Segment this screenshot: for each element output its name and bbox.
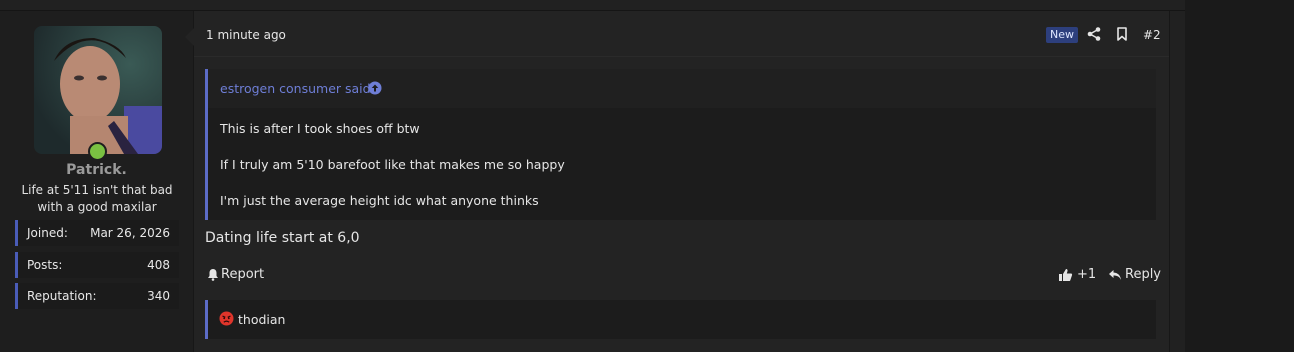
stat-label: Reputation: xyxy=(27,289,97,303)
stat-label: Posts: xyxy=(27,258,63,272)
stat-reputation: Reputation: 340 xyxy=(15,283,179,309)
report-button[interactable]: Report xyxy=(207,267,264,282)
post-timestamp[interactable]: 1 minute ago xyxy=(206,28,286,42)
stat-value: Mar 26, 2026 xyxy=(90,226,170,240)
stat-posts: Posts: 408 xyxy=(15,252,179,278)
stat-joined: Joined: Mar 26, 2026 xyxy=(15,220,179,246)
jump-to-quote-icon[interactable] xyxy=(368,81,382,95)
quote-author-link[interactable]: estrogen consumer said: xyxy=(220,81,375,96)
bookmark-icon[interactable] xyxy=(1116,27,1128,41)
reaction-user-link[interactable]: thodian xyxy=(238,312,285,327)
post-pointer xyxy=(185,28,194,46)
quote-line: If I truly am 5'10 barefoot like that ma… xyxy=(220,157,565,172)
post-number-link[interactable]: #2 xyxy=(1143,28,1161,42)
report-label: Report xyxy=(221,267,265,282)
like-button[interactable]: +1 xyxy=(1058,267,1096,282)
quote-line: This is after I took shoes off btw xyxy=(220,121,420,136)
post-body: Dating life start at 6,0 xyxy=(205,230,360,246)
divider xyxy=(194,56,1169,57)
quote-header: estrogen consumer said: xyxy=(208,69,1156,108)
avatar[interactable] xyxy=(34,26,162,154)
stat-value: 340 xyxy=(147,289,170,303)
divider xyxy=(1169,11,1170,352)
thumbs-up-icon xyxy=(1059,268,1073,281)
right-gutter xyxy=(1185,0,1294,352)
reply-button[interactable]: Reply xyxy=(1108,267,1161,282)
angry-face-icon xyxy=(219,311,234,326)
reply-icon xyxy=(1109,269,1121,280)
new-badge: New xyxy=(1046,27,1078,43)
stat-value: 408 xyxy=(147,258,170,272)
quote-block: estrogen consumer said: This is after I … xyxy=(205,69,1156,220)
reactions-bar[interactable]: thodian xyxy=(205,300,1156,339)
reply-label: Reply xyxy=(1125,267,1162,282)
online-status-indicator xyxy=(88,142,107,161)
bell-icon xyxy=(208,269,218,281)
like-count: +1 xyxy=(1077,267,1097,282)
share-icon[interactable] xyxy=(1087,27,1101,41)
quote-line: I'm just the average height idc what any… xyxy=(220,193,539,208)
user-title: Life at 5'11 isn't that bad with a good … xyxy=(21,183,173,214)
username[interactable]: Patrick. xyxy=(0,162,193,178)
stat-label: Joined: xyxy=(27,226,68,240)
